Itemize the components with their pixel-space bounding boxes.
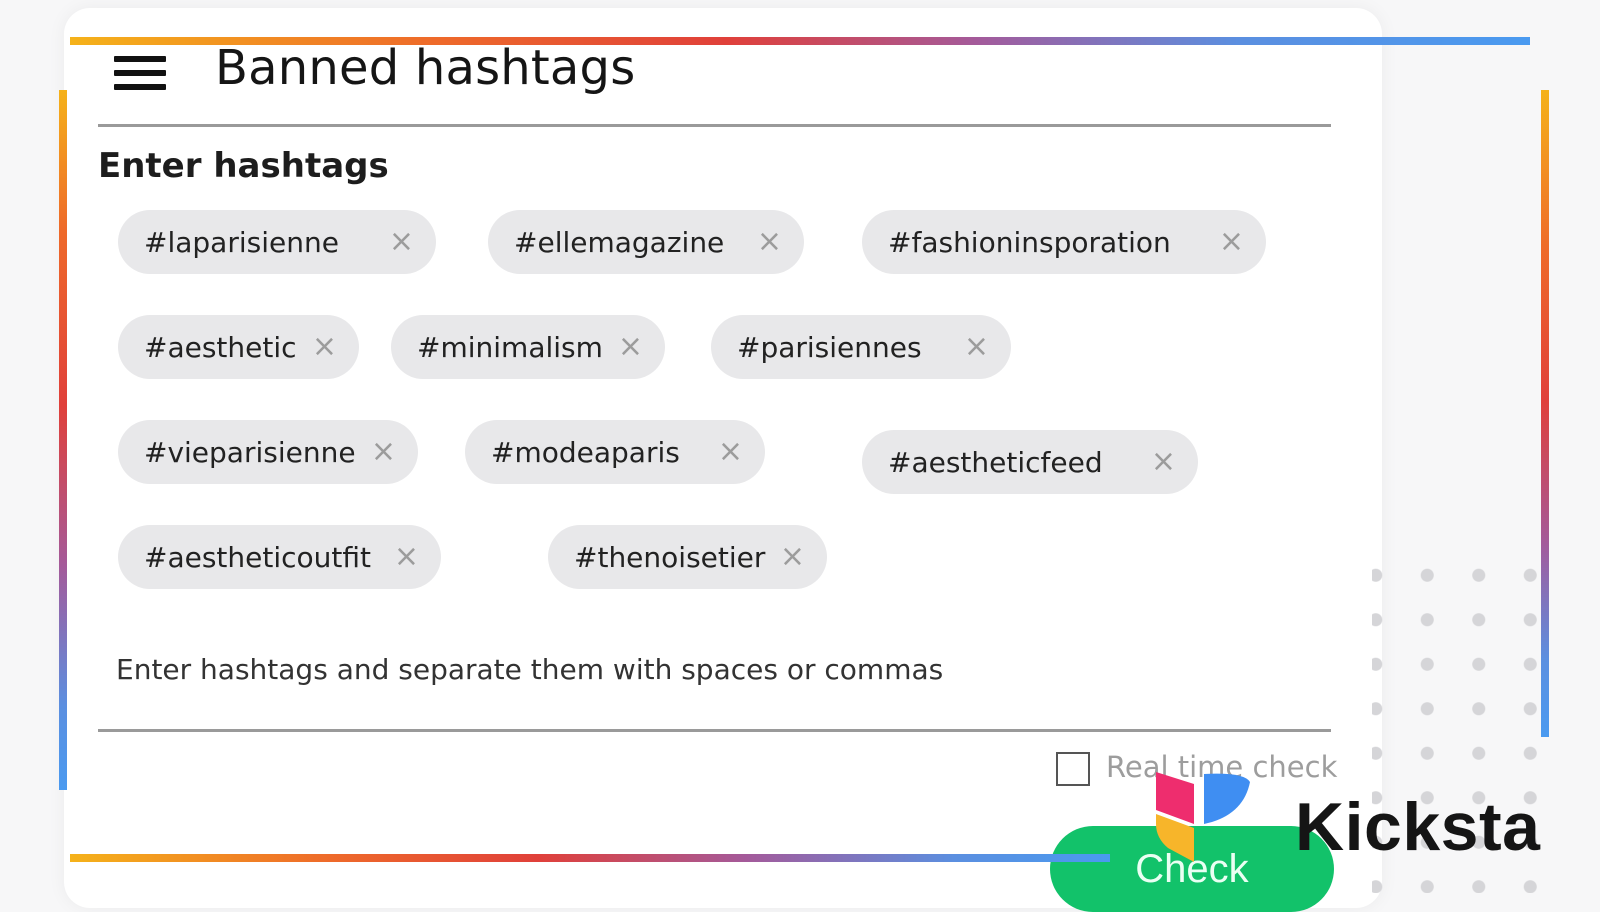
- hashtag-chip-label: #aesthetic: [144, 330, 297, 364]
- hashtag-chip-label: #aestheticfeed: [888, 445, 1103, 479]
- hashtag-chip: #aestheticoutfit ×: [118, 525, 441, 589]
- gradient-border-right: [1541, 90, 1549, 737]
- hashtag-chip: #parisiennes ×: [711, 315, 1011, 379]
- remove-hashtag-icon[interactable]: ×: [371, 437, 396, 467]
- hashtag-chip-label: #fashioninsporation: [888, 225, 1171, 259]
- hashtag-chip: #vieparisienne ×: [118, 420, 418, 484]
- remove-hashtag-icon[interactable]: ×: [312, 332, 337, 362]
- hashtag-chip: #ellemagazine ×: [488, 210, 804, 274]
- remove-hashtag-icon[interactable]: ×: [389, 227, 414, 257]
- hashtag-chip: #minimalism ×: [391, 315, 665, 379]
- kicksta-logo-icon: [1156, 772, 1250, 862]
- remove-hashtag-icon[interactable]: ×: [757, 227, 782, 257]
- page-title: Banned hashtags: [215, 40, 636, 96]
- hashtag-chip: #thenoisetier ×: [548, 525, 827, 589]
- remove-hashtag-icon[interactable]: ×: [394, 542, 419, 572]
- remove-hashtag-icon[interactable]: ×: [718, 437, 743, 467]
- hashtag-chip-label: #laparisienne: [144, 225, 339, 259]
- hashtag-chip: #aesthetic ×: [118, 315, 359, 379]
- gradient-border-bottom: [70, 854, 1110, 862]
- kicksta-brand-name: Kicksta: [1295, 789, 1541, 865]
- hashtag-chip: #laparisienne ×: [118, 210, 436, 274]
- gradient-border-left: [59, 90, 67, 790]
- remove-hashtag-icon[interactable]: ×: [618, 332, 643, 362]
- enter-hashtags-label: Enter hashtags: [98, 146, 389, 186]
- hashtag-chip-label: #ellemagazine: [514, 225, 725, 259]
- hashtag-input-underline: [98, 729, 1331, 732]
- hashtag-chip-label: #minimalism: [417, 330, 603, 364]
- hashtag-chip-label: #thenoisetier: [574, 540, 766, 574]
- title-divider: [98, 124, 1331, 127]
- hashtag-chip: #aestheticfeed ×: [862, 430, 1198, 494]
- remove-hashtag-icon[interactable]: ×: [964, 332, 989, 362]
- hashtag-chip-label: #parisiennes: [737, 330, 922, 364]
- hashtag-chip-label: #aestheticoutfit: [144, 540, 372, 574]
- hashtag-chip-label: #modeaparis: [491, 435, 680, 469]
- gradient-border-top: [70, 37, 1530, 45]
- hashtag-chip-label: #vieparisienne: [144, 435, 356, 469]
- remove-hashtag-icon[interactable]: ×: [1219, 227, 1244, 257]
- realtime-check-checkbox[interactable]: [1056, 752, 1090, 786]
- remove-hashtag-icon[interactable]: ×: [1151, 447, 1176, 477]
- hamburger-menu-icon[interactable]: [114, 56, 166, 92]
- hashtag-chip: #modeaparis ×: [465, 420, 765, 484]
- remove-hashtag-icon[interactable]: ×: [780, 542, 805, 572]
- hashtag-input-placeholder[interactable]: Enter hashtags and separate them with sp…: [116, 653, 943, 686]
- hashtag-chip: #fashioninsporation ×: [862, 210, 1266, 274]
